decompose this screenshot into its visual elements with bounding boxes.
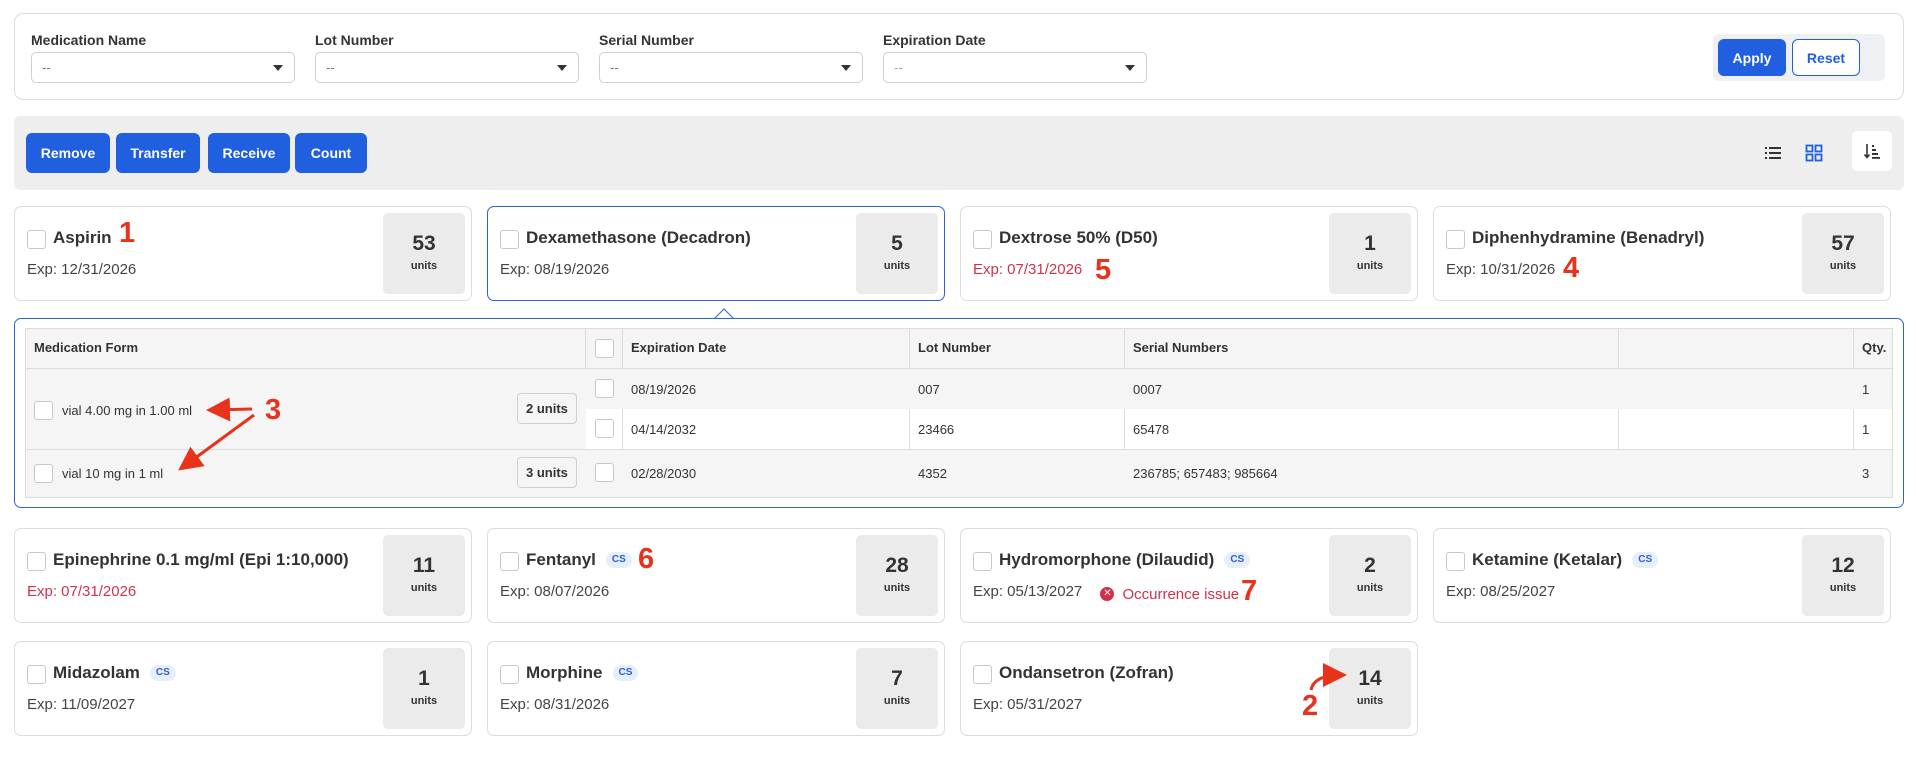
annotation-arrows [178, 397, 1347, 691]
arrow-annotation-3a [206, 397, 253, 422]
arrow-annotation-3b [178, 413, 255, 471]
arrow-annotation-2 [1309, 663, 1347, 691]
